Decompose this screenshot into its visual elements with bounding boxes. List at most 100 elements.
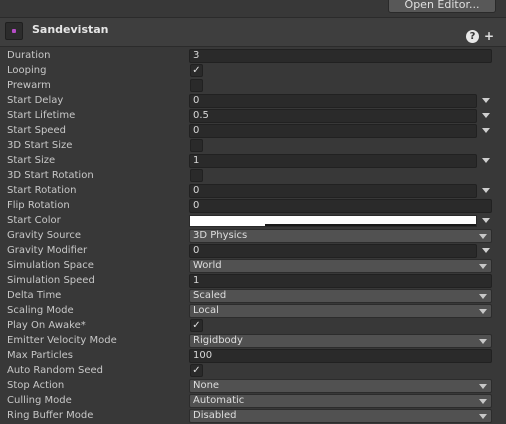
emitter-velocity-mode-dropdown[interactable]: Rigidbody	[189, 334, 492, 348]
start-rotation-field[interactable]: 0	[189, 184, 477, 198]
duration-label: Duration	[7, 50, 51, 61]
gravity-modifier-field[interactable]: 0	[189, 244, 477, 258]
open-editor-button[interactable]: Open Editor...	[388, 0, 496, 13]
chevron-down-icon	[479, 399, 487, 404]
gravity-modifier-mode-caret-icon[interactable]	[482, 248, 490, 253]
row-gravity-source: Gravity Source 3D Physics	[0, 229, 506, 244]
simulation-speed-field[interactable]: 1	[189, 274, 492, 288]
start-lifetime-label: Start Lifetime	[7, 110, 76, 121]
module-header[interactable]: Sandevistan ? +	[0, 17, 506, 47]
start-delay-mode-caret-icon[interactable]	[482, 98, 490, 103]
simulation-space-value: World	[193, 260, 222, 271]
scaling-mode-label: Scaling Mode	[7, 305, 74, 316]
simulation-space-dropdown[interactable]: World	[189, 259, 492, 273]
row-culling-mode: Culling Mode Automatic	[0, 394, 506, 409]
auto-random-seed-checkbox[interactable]: ✓	[190, 364, 203, 377]
add-icon[interactable]: +	[484, 29, 494, 43]
emitter-velocity-mode-value: Rigidbody	[193, 335, 243, 346]
start-lifetime-field[interactable]: 0.5	[189, 109, 477, 123]
row-start-speed: Start Speed 0	[0, 124, 506, 139]
row-emitter-velocity-mode: Emitter Velocity Mode Rigidbody	[0, 334, 506, 349]
stop-action-dropdown[interactable]: None	[189, 379, 492, 393]
play-on-awake-label: Play On Awake*	[7, 320, 86, 331]
start-delay-field[interactable]: 0	[189, 94, 477, 108]
row-simulation-space: Simulation Space World	[0, 259, 506, 274]
looping-checkbox[interactable]: ✓	[190, 64, 203, 77]
row-gravity-modifier: Gravity Modifier 0	[0, 244, 506, 259]
3d-start-size-label: 3D Start Size	[7, 140, 73, 151]
chevron-down-icon	[479, 309, 487, 314]
chevron-down-icon	[479, 294, 487, 299]
duration-field[interactable]: 3	[189, 49, 492, 63]
prewarm-label: Prewarm	[7, 80, 51, 91]
start-speed-mode-caret-icon[interactable]	[482, 128, 490, 133]
delta-time-label: Delta Time	[7, 290, 62, 301]
gravity-source-dropdown[interactable]: 3D Physics	[189, 229, 492, 243]
start-color-label: Start Color	[7, 215, 61, 226]
stop-action-label: Stop Action	[7, 380, 65, 391]
3d-start-size-checkbox[interactable]	[190, 139, 203, 152]
row-auto-random-seed: Auto Random Seed ✓	[0, 364, 506, 379]
row-delta-time: Delta Time Scaled	[0, 289, 506, 304]
start-color-alpha-bar	[265, 224, 476, 226]
culling-mode-dropdown[interactable]: Automatic	[189, 394, 492, 408]
scaling-mode-value: Local	[193, 305, 219, 316]
max-particles-label: Max Particles	[7, 350, 74, 361]
3d-start-rotation-checkbox[interactable]	[190, 169, 203, 182]
start-delay-label: Start Delay	[7, 95, 64, 106]
ring-buffer-mode-dropdown[interactable]: Disabled	[189, 409, 492, 423]
play-on-awake-checkbox[interactable]: ✓	[190, 319, 203, 332]
max-particles-field[interactable]: 100	[189, 349, 492, 363]
module-title: Sandevistan	[32, 23, 109, 36]
row-3d-start-size: 3D Start Size	[0, 139, 506, 154]
prewarm-checkbox[interactable]	[190, 79, 203, 92]
row-start-lifetime: Start Lifetime 0.5	[0, 109, 506, 124]
help-icon[interactable]: ?	[466, 30, 479, 43]
ring-buffer-mode-label: Ring Buffer Mode	[7, 410, 94, 421]
row-stop-action: Stop Action None	[0, 379, 506, 394]
start-lifetime-mode-caret-icon[interactable]	[482, 113, 490, 118]
culling-mode-value: Automatic	[193, 395, 245, 406]
row-start-size: Start Size 1	[0, 154, 506, 169]
row-prewarm: Prewarm	[0, 79, 506, 94]
flip-rotation-field[interactable]: 0	[189, 199, 492, 213]
row-start-color: Start Color	[0, 214, 506, 229]
start-rotation-mode-caret-icon[interactable]	[482, 188, 490, 193]
simulation-speed-label: Simulation Speed	[7, 275, 95, 286]
delta-time-dropdown[interactable]: Scaled	[189, 289, 492, 303]
row-max-particles: Max Particles 100	[0, 349, 506, 364]
delta-time-value: Scaled	[193, 290, 227, 301]
start-speed-field[interactable]: 0	[189, 124, 477, 138]
start-color-mode-caret-icon[interactable]	[482, 218, 490, 223]
scaling-mode-dropdown[interactable]: Local	[189, 304, 492, 318]
particle-system-icon	[5, 22, 23, 40]
gravity-modifier-label: Gravity Modifier	[7, 245, 88, 256]
row-start-rotation: Start Rotation 0	[0, 184, 506, 199]
stop-action-value: None	[193, 380, 220, 391]
gravity-source-label: Gravity Source	[7, 230, 82, 241]
culling-mode-label: Culling Mode	[7, 395, 72, 406]
start-size-field[interactable]: 1	[189, 154, 477, 168]
row-simulation-speed: Simulation Speed 1	[0, 274, 506, 289]
row-looping: Looping ✓	[0, 64, 506, 79]
row-play-on-awake: Play On Awake* ✓	[0, 319, 506, 334]
chevron-down-icon	[479, 234, 487, 239]
auto-random-seed-label: Auto Random Seed	[7, 365, 103, 376]
row-flip-rotation: Flip Rotation 0	[0, 199, 506, 214]
start-color-alpha-fill	[190, 224, 265, 226]
start-speed-label: Start Speed	[7, 125, 66, 136]
row-scaling-mode: Scaling Mode Local	[0, 304, 506, 319]
simulation-space-label: Simulation Space	[7, 260, 94, 271]
start-rotation-label: Start Rotation	[7, 185, 77, 196]
looping-label: Looping	[7, 65, 47, 76]
start-size-mode-caret-icon[interactable]	[482, 158, 490, 163]
row-start-delay: Start Delay 0	[0, 94, 506, 109]
flip-rotation-label: Flip Rotation	[7, 200, 70, 211]
emitter-velocity-mode-label: Emitter Velocity Mode	[7, 335, 117, 346]
row-3d-start-rotation: 3D Start Rotation	[0, 169, 506, 184]
chevron-down-icon	[479, 384, 487, 389]
start-color-swatch[interactable]	[189, 215, 477, 227]
ring-buffer-mode-value: Disabled	[193, 410, 237, 421]
gravity-source-value: 3D Physics	[193, 230, 248, 241]
chevron-down-icon	[479, 339, 487, 344]
